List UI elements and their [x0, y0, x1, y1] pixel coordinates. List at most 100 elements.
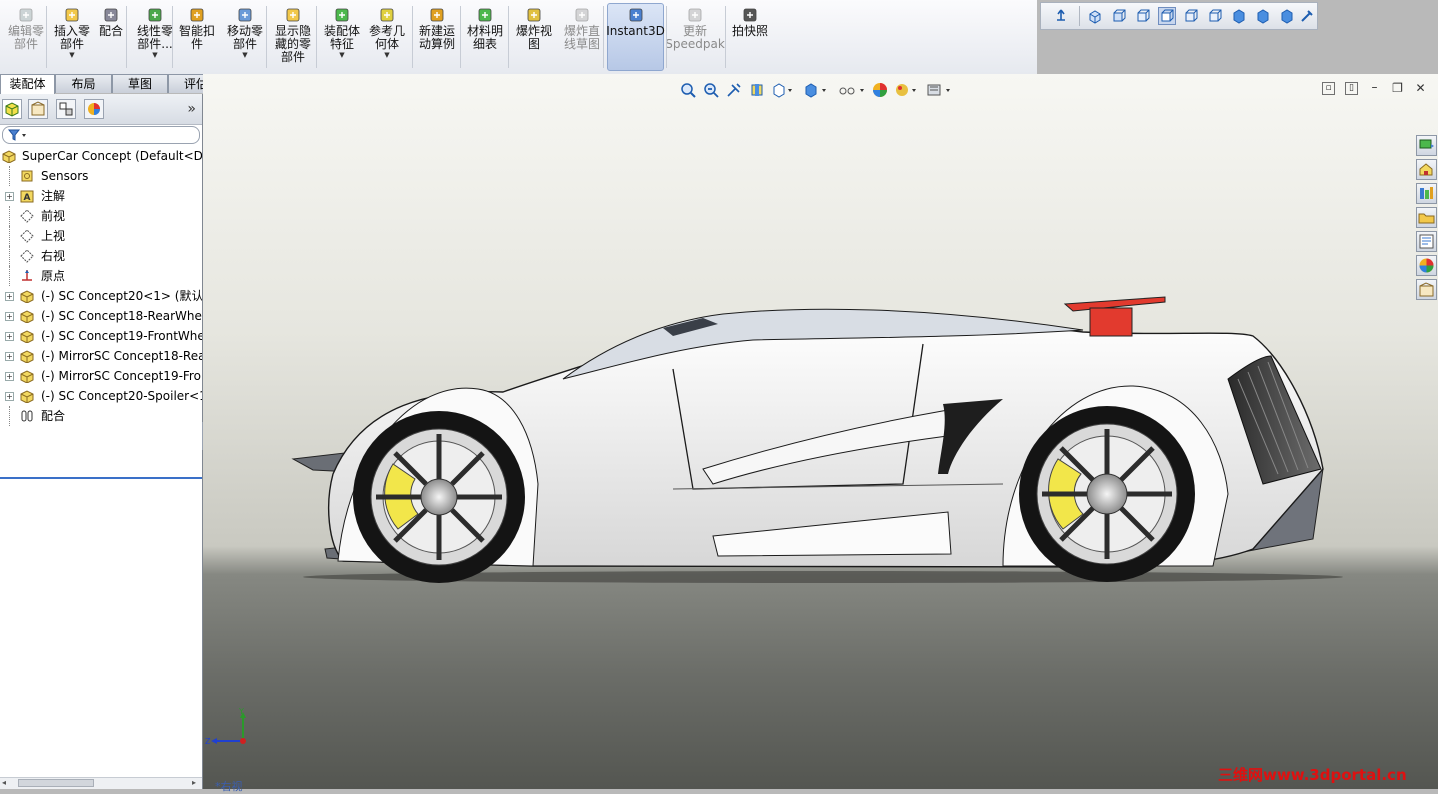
solidworks-resources-tab[interactable]: [1416, 135, 1437, 156]
feature-tree-tab[interactable]: [2, 99, 22, 119]
instant3d-icon: [629, 8, 642, 22]
scroll-right-icon[interactable]: ▸: [192, 779, 200, 787]
explode-line-sketch-button[interactable]: 爆炸直 线草图: [562, 4, 602, 68]
exploded-view-button[interactable]: 爆炸视 图: [515, 4, 553, 68]
view-bottom-icon[interactable]: [1207, 8, 1223, 24]
tree-rollback-bar[interactable]: [0, 477, 202, 479]
view-left-icon[interactable]: [1135, 8, 1151, 24]
feature-tree-scrollbar[interactable]: ◂ ▸: [0, 777, 202, 789]
tree-node[interactable]: + (-) SC Concept20<1> (默认<: [0, 286, 202, 306]
graphics-area[interactable]: [203, 74, 1438, 789]
tree-node[interactable]: Sensors: [0, 166, 202, 186]
edit-component-button[interactable]: 编辑零 部件: [6, 4, 46, 68]
restore-icon[interactable]: ❐: [1391, 82, 1404, 95]
section-view-icon[interactable]: [749, 82, 765, 98]
tab-1[interactable]: 布局: [55, 74, 112, 93]
display-manager-tab[interactable]: [84, 99, 104, 119]
ribbon-separator: [172, 6, 173, 68]
scroll-left-icon[interactable]: ◂: [2, 779, 10, 787]
move-component-button[interactable]: 移动零 部件 ▼: [224, 4, 266, 68]
home-icon: [1419, 163, 1433, 176]
plane-icon: [20, 209, 34, 223]
tree-node[interactable]: + (-) MirrorSC Concept18-Rea: [0, 346, 202, 366]
tree-node[interactable]: 上视: [0, 226, 202, 246]
reference-geometry-dropdown-icon[interactable]: ▼: [384, 51, 389, 59]
view-orientation-icon[interactable]: [772, 82, 794, 98]
tree-root-assembly[interactable]: SuperCar Concept (Default<D: [0, 146, 202, 166]
appearances-tab[interactable]: [1416, 255, 1437, 276]
reference-geometry-button[interactable]: 参考几 何体 ▼: [368, 4, 406, 68]
tree-node[interactable]: 右视: [0, 246, 202, 266]
explode-line-sketch-label: 爆炸直 线草图: [563, 24, 600, 51]
zoom-to-area-icon[interactable]: [703, 82, 719, 98]
tab-2[interactable]: 草图: [112, 74, 168, 93]
tree-node[interactable]: 前视: [0, 206, 202, 226]
view-dimetric-icon[interactable]: [1279, 8, 1295, 24]
tree-node[interactable]: + (-) SC Concept20-Spoiler<1: [0, 386, 202, 406]
expand-node-icon[interactable]: +: [5, 352, 14, 361]
view-front-icon[interactable]: [1087, 8, 1103, 24]
tree-filter-field[interactable]: [2, 126, 200, 144]
normal-to-icon[interactable]: [1053, 8, 1069, 24]
custom-properties-tab[interactable]: [1416, 279, 1437, 300]
view-top-icon[interactable]: [1183, 8, 1199, 24]
view-right-icon[interactable]: [1158, 7, 1176, 25]
assembly-features-button[interactable]: 装配体 特征 ▼: [322, 4, 362, 68]
linear-pattern-dropdown-icon[interactable]: ▼: [152, 51, 157, 59]
snapshot-label: 拍快照: [731, 24, 768, 38]
close-icon[interactable]: ✕: [1414, 82, 1427, 95]
spoiler-mount: [1089, 307, 1133, 337]
view-back-icon[interactable]: [1111, 8, 1127, 24]
apply-scene-icon[interactable]: [894, 82, 920, 98]
previous-view-icon[interactable]: [726, 82, 742, 98]
instant3d-button[interactable]: Instant3D: [606, 3, 665, 71]
display-style-icon[interactable]: [804, 82, 828, 98]
configuration-manager-tab[interactable]: [56, 99, 76, 119]
mate-button[interactable]: 配合: [98, 4, 124, 68]
tree-node[interactable]: 原点: [0, 266, 202, 286]
tree-node[interactable]: + (-) SC Concept18-RearWhee: [0, 306, 202, 326]
file-explorer-tab[interactable]: [1416, 183, 1437, 204]
assembly-features-dropdown-icon[interactable]: ▼: [339, 51, 344, 59]
minimize-icon[interactable]: –: [1368, 81, 1381, 95]
expand-node-icon[interactable]: +: [5, 372, 14, 381]
tree-node[interactable]: + (-) SC Concept19-FrontWhe: [0, 326, 202, 346]
new-motion-study-button[interactable]: 新建运 动算例: [416, 4, 458, 68]
view-selector-icon[interactable]: [1299, 8, 1315, 24]
show-hidden-button[interactable]: 显示隐 藏的零 部件: [273, 4, 313, 68]
tab-0[interactable]: 装配体: [0, 74, 55, 94]
collapse-panel-icon[interactable]: »: [187, 101, 196, 117]
viewport-window-controls: ▫ ▯ – ❐ ✕: [1320, 81, 1430, 98]
edit-appearance-icon[interactable]: [872, 82, 888, 98]
design-library-tab[interactable]: [1416, 159, 1437, 180]
folder-tab[interactable]: [1416, 207, 1437, 228]
tree-node[interactable]: + A 注解: [0, 186, 202, 206]
view-palette-tab[interactable]: [1416, 231, 1437, 252]
view-isometric-icon[interactable]: [1231, 8, 1247, 24]
ribbon-separator: [725, 6, 726, 68]
zoom-to-fit-icon[interactable]: [680, 82, 696, 98]
scrollbar-thumb[interactable]: [18, 779, 94, 787]
property-manager-tab[interactable]: [28, 99, 48, 119]
expand-node-icon[interactable]: +: [5, 312, 14, 321]
hide-show-items-icon[interactable]: [838, 82, 866, 98]
insert-component-button[interactable]: 插入零 部件 ▼: [52, 4, 92, 68]
expand-node-icon[interactable]: +: [5, 192, 14, 201]
expand-node-icon[interactable]: +: [5, 292, 14, 301]
move-component-dropdown-icon[interactable]: ▼: [242, 51, 247, 59]
linear-pattern-button[interactable]: 线性零 部件... ▼: [133, 4, 177, 68]
viewport-single-icon[interactable]: ▫: [1322, 82, 1335, 95]
view-settings-icon[interactable]: [926, 82, 954, 98]
tree-node[interactable]: 配合: [0, 406, 202, 426]
viewport-split-icon[interactable]: ▯: [1345, 82, 1358, 95]
view-trimetric-icon[interactable]: [1255, 8, 1271, 24]
bom-label: 材料明 细表: [466, 24, 503, 51]
snapshot-button[interactable]: 拍快照: [730, 4, 770, 68]
insert-component-dropdown-icon[interactable]: ▼: [69, 51, 74, 59]
expand-node-icon[interactable]: +: [5, 332, 14, 341]
smart-fastener-button[interactable]: 智能扣 件: [178, 4, 216, 68]
bom-button[interactable]: 材料明 细表: [466, 4, 504, 68]
tree-node[interactable]: + (-) MirrorSC Concept19-Fro: [0, 366, 202, 386]
expand-node-icon[interactable]: +: [5, 392, 14, 401]
update-speedpak-button[interactable]: 更新 Speedpak: [665, 4, 725, 68]
